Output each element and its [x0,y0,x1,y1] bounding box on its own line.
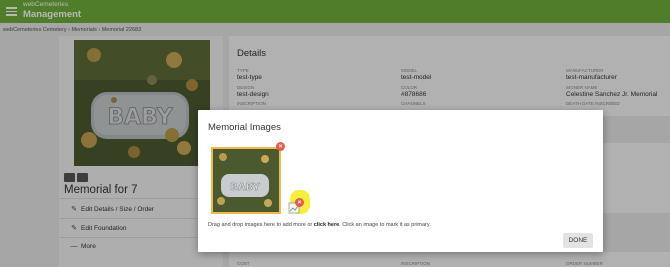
upload-hint: Drag and drop images here to add more or… [208,222,431,228]
thumbnail-engraving: BABY [230,182,260,193]
remove-image-button[interactable]: × [276,142,285,151]
click-here-link[interactable]: click here [314,222,339,228]
remove-image-button-2[interactable]: × [295,198,304,207]
close-icon: × [297,199,302,206]
dialog-title: Memorial Images [208,122,281,133]
hint-text-end: . Click an image to mark it as primary. [339,222,431,228]
close-icon: × [278,143,283,150]
memorial-images-dialog: Memorial Images BABY × × Drag and drop i… [198,110,603,252]
thumbnail-image: BABY [213,149,279,212]
primary-image-thumbnail[interactable]: BABY [211,147,281,214]
done-button[interactable]: DONE [563,233,593,248]
hint-text-start: Drag and drop images here to add more or [208,222,314,228]
